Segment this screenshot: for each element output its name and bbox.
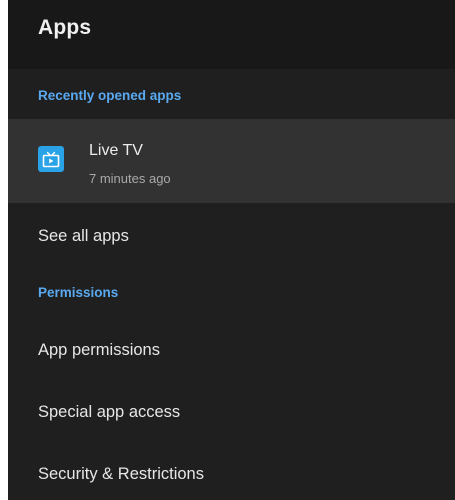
page-header: Apps	[8, 0, 455, 69]
special-app-access-item[interactable]: Special app access	[38, 403, 180, 422]
see-all-apps-item[interactable]: See all apps	[38, 227, 129, 246]
apps-settings-panel: Apps Recently opened apps Live TV 7 minu…	[8, 0, 455, 500]
recently-opened-apps-heading: Recently opened apps	[38, 88, 182, 103]
app-last-opened-time: 7 minutes ago	[89, 171, 171, 186]
permissions-heading: Permissions	[38, 285, 119, 300]
recent-app-live-tv[interactable]: Live TV 7 minutes ago	[8, 119, 455, 203]
security-restrictions-item[interactable]: Security & Restrictions	[38, 465, 204, 484]
app-permissions-item[interactable]: App permissions	[38, 341, 160, 360]
screen: Apps Recently opened apps Live TV 7 minu…	[0, 0, 455, 500]
page-title: Apps	[38, 16, 92, 39]
live-tv-icon	[38, 146, 64, 172]
app-name: Live TV	[89, 142, 143, 159]
